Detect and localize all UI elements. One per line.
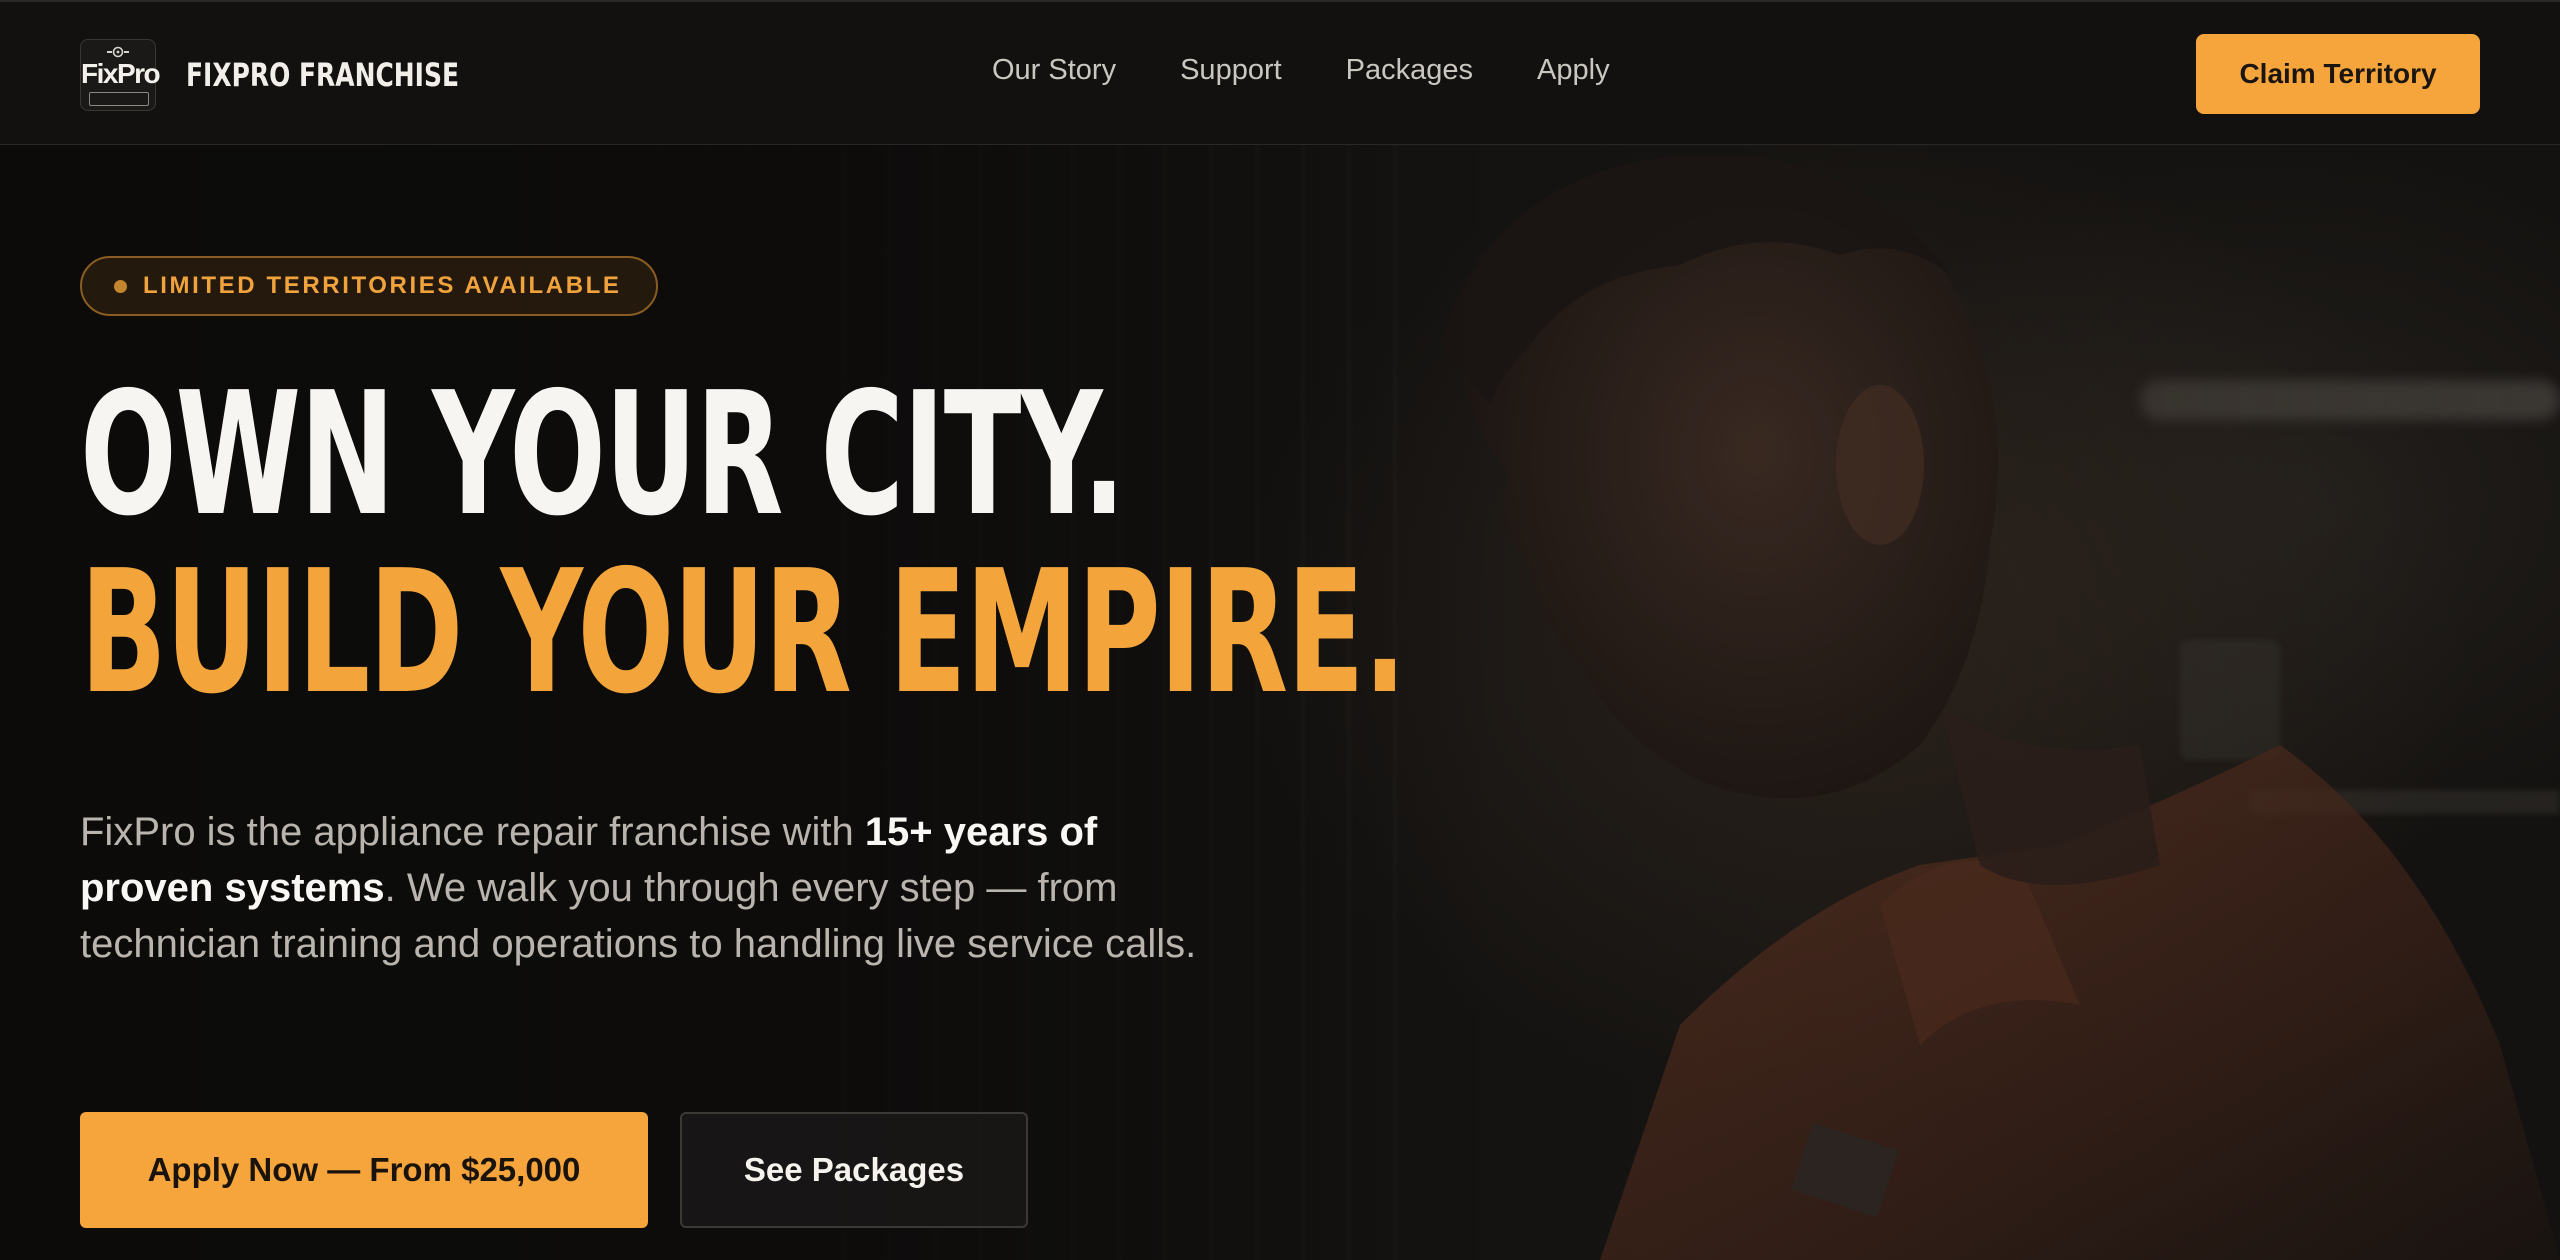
see-packages-button[interactable]: See Packages [680,1112,1028,1228]
nav-link-apply[interactable]: Apply [1537,54,1610,87]
gear-icon [107,46,129,58]
nav-link-packages[interactable]: Packages [1346,54,1473,87]
headline-line-1: OWN YOUR CITY. [80,356,1126,554]
badge-label: LIMITED TERRITORIES AVAILABLE [143,272,622,299]
nav-link-support[interactable]: Support [1180,54,1282,87]
main-nav: Our Story Support Packages Apply [992,54,1610,87]
fixpro-logo-icon: FixPro [80,39,161,111]
top-navbar: FixPro FIXPRO FRANCHISE Our Story Suppor… [0,0,2560,145]
headline-line-2: BUILD YOUR EMPIRE. [80,534,1407,732]
brand-name: FIXPRO FRANCHISE [186,56,459,94]
hero-headline: OWN YOUR CITY. BUILD YOUR EMPIRE. [80,370,2058,718]
status-dot-icon [114,279,127,293]
hero-description-part-1: FixPro is the appliance repair franchise… [80,810,865,854]
hero-description: FixPro is the appliance repair franchise… [80,804,1210,972]
logo-tagline-plate [89,92,149,106]
apply-now-button[interactable]: Apply Now — From $25,000 [80,1112,648,1228]
brand-home-link[interactable]: FixPro FIXPRO FRANCHISE [80,39,536,111]
claim-territory-button[interactable]: Claim Territory [2196,34,2480,114]
landing-page: FixPro FIXPRO FRANCHISE Our Story Suppor… [0,0,2560,1260]
nav-link-our-story[interactable]: Our Story [992,54,1116,87]
logo-wordmark: FixPro [81,58,161,89]
limited-territories-badge: LIMITED TERRITORIES AVAILABLE [80,256,658,316]
